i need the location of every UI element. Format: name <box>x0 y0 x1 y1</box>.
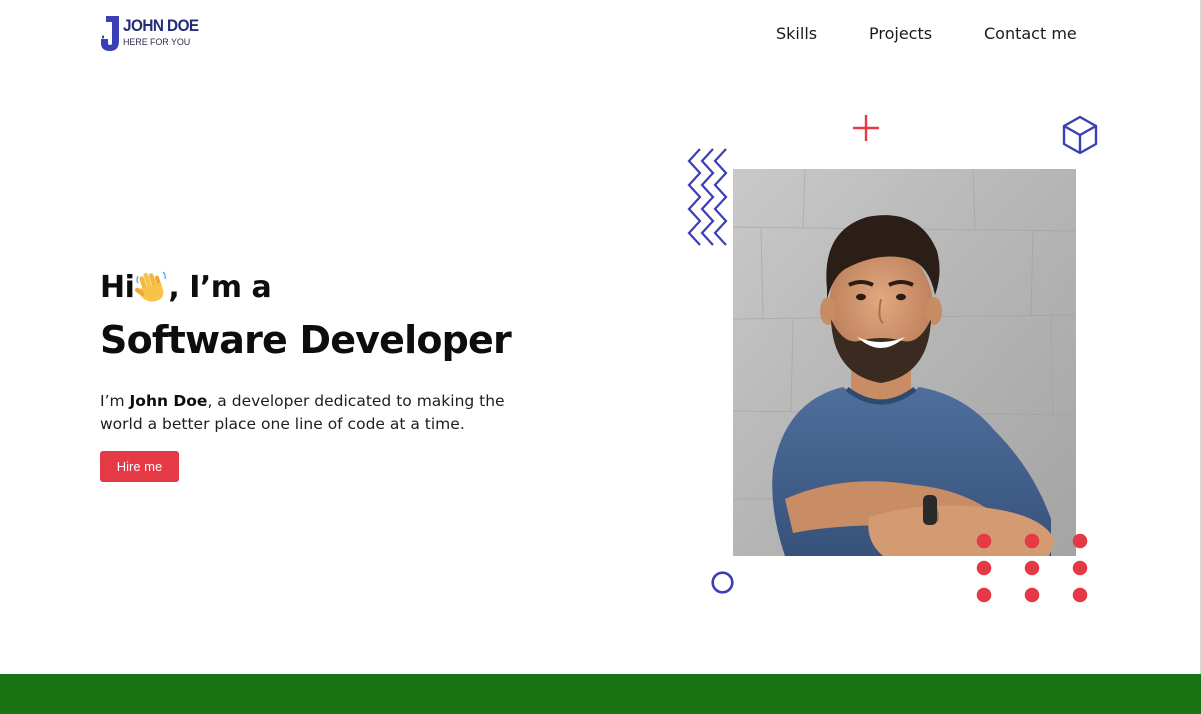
greeting-suffix: , I’m a <box>168 270 272 305</box>
nav-projects[interactable]: Projects <box>869 24 932 43</box>
hero-greeting: Hi , I’m a <box>100 270 272 305</box>
brand-logo[interactable]: JOHN DOE HERE FOR YOU <box>100 15 200 53</box>
nav-skills[interactable]: Skills <box>776 24 817 43</box>
plus-icon <box>853 115 879 141</box>
hire-me-button[interactable]: Hire me <box>100 451 179 482</box>
footer-band <box>0 674 1201 714</box>
brand-name: JOHN DOE <box>123 16 199 35</box>
intro-prefix: I’m <box>100 392 130 410</box>
dot-grid-icon <box>976 533 1088 603</box>
circle-outline-icon <box>711 571 734 594</box>
greeting-prefix: Hi <box>100 270 135 305</box>
zigzag-lines-icon <box>687 148 728 246</box>
cube-icon <box>1062 115 1098 155</box>
logo-j-icon <box>101 16 119 51</box>
hero-intro: I’m John Doe, a developer dedicated to m… <box>100 390 550 436</box>
intro-name: John Doe <box>129 392 208 410</box>
portrait-photo <box>733 169 1076 556</box>
brand-tagline: HERE FOR YOU <box>123 37 191 47</box>
nav-contact-me[interactable]: Contact me <box>984 24 1077 43</box>
waving-hand-icon <box>135 271 167 302</box>
hero-role: Software Developer <box>100 318 512 362</box>
